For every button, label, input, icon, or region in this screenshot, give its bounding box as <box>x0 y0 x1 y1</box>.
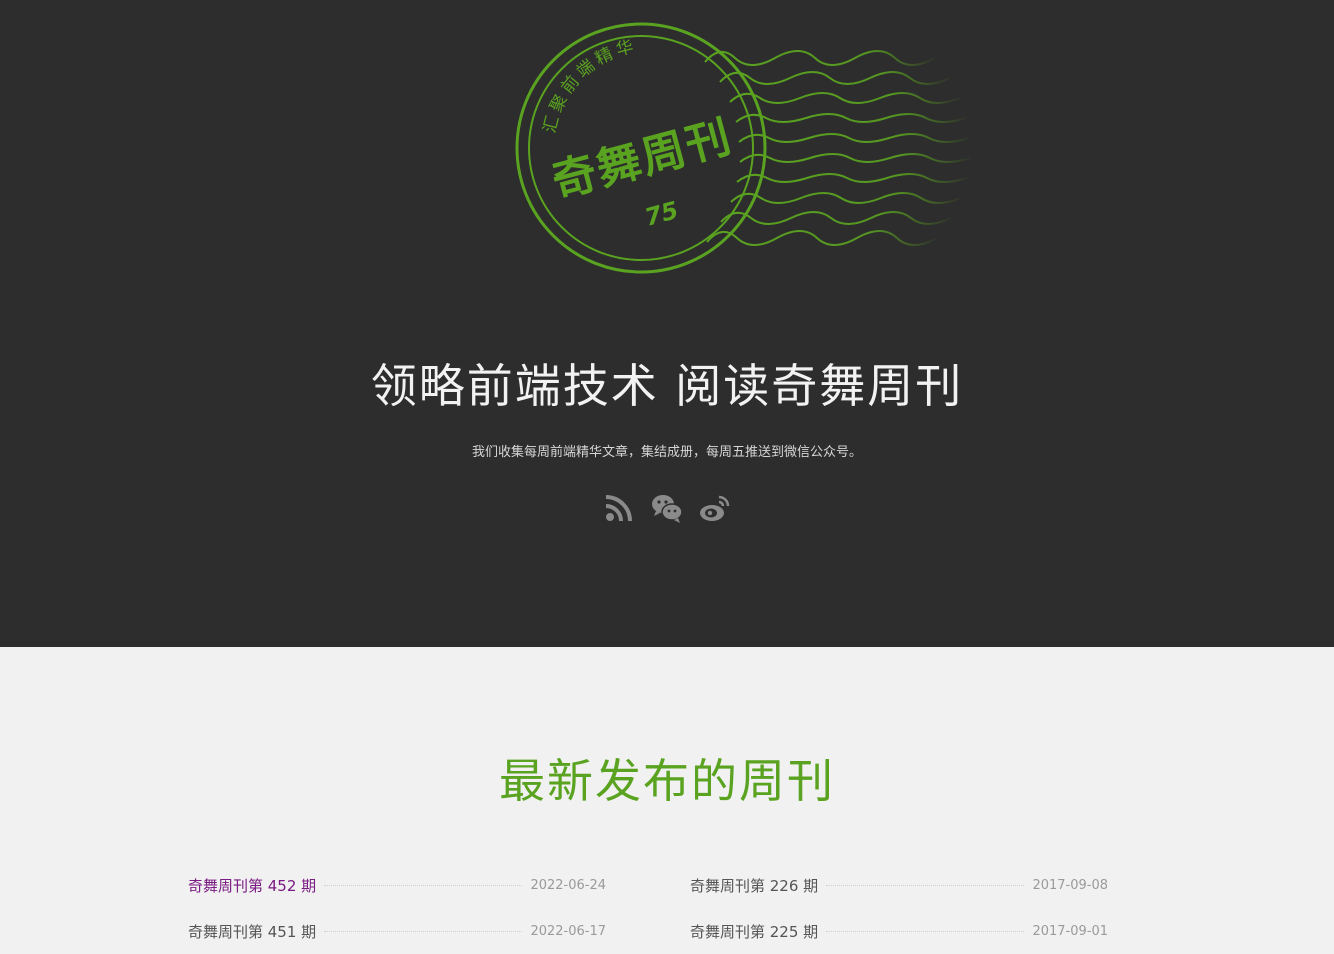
list-item: 奇舞周刊第 226 期 2017-09-08 <box>690 862 1108 908</box>
issue-date: 2022-06-17 <box>530 923 606 939</box>
list-item: 奇舞周刊第 451 期 2022-06-17 <box>188 908 606 954</box>
svg-text:汇聚前端精华: 汇聚前端精华 <box>540 36 639 135</box>
issue-date: 2017-09-08 <box>1032 877 1108 893</box>
hero-subtitle: 我们收集每周前端精华文章，集结成册，每周五推送到微信公众号。 <box>471 445 862 460</box>
issue-list: 奇舞周刊第 452 期 2022-06-24 奇舞周刊第 451 期 2022-… <box>188 862 1108 954</box>
issue-column-left: 奇舞周刊第 452 期 2022-06-24 奇舞周刊第 451 期 2022-… <box>188 862 606 954</box>
weibo-icon[interactable] <box>699 492 731 524</box>
wechat-icon[interactable] <box>651 492 683 524</box>
issue-link[interactable]: 奇舞周刊第 451 期 <box>188 921 316 942</box>
latest-issues-title: 最新发布的周刊 <box>499 754 835 808</box>
leader-dots <box>826 930 1025 932</box>
list-item: 奇舞周刊第 225 期 2017-09-01 <box>690 908 1108 954</box>
issue-date: 2017-09-01 <box>1032 923 1108 939</box>
stamp-arc-text: 汇聚前端精华 <box>540 36 635 135</box>
issue-date: 2022-06-24 <box>530 877 606 893</box>
hero-title: 领略前端技术 阅读奇舞周刊 <box>370 359 964 413</box>
issue-link[interactable]: 奇舞周刊第 225 期 <box>690 921 818 942</box>
social-links <box>0 492 1334 524</box>
stamp-name: 奇舞周刊 <box>547 111 738 208</box>
weekly-stamp-logo: 汇聚前端精华 奇舞周刊 75 <box>515 22 971 274</box>
issue-link[interactable]: 奇舞周刊第 452 期 <box>188 875 316 896</box>
leader-dots <box>826 884 1025 886</box>
leader-dots <box>324 884 523 886</box>
issue-link[interactable]: 奇舞周刊第 226 期 <box>690 875 818 896</box>
list-item: 奇舞周刊第 452 期 2022-06-24 <box>188 862 606 908</box>
rss-icon[interactable] <box>603 492 635 524</box>
issue-column-right: 奇舞周刊第 226 期 2017-09-08 奇舞周刊第 225 期 2017-… <box>690 862 1108 954</box>
hero-section: 汇聚前端精华 奇舞周刊 75 领略前端技术 阅读奇舞周刊 我们收集每周前端精华文… <box>0 0 1334 647</box>
leader-dots <box>324 930 523 932</box>
stamp-number: 75 <box>642 196 682 232</box>
